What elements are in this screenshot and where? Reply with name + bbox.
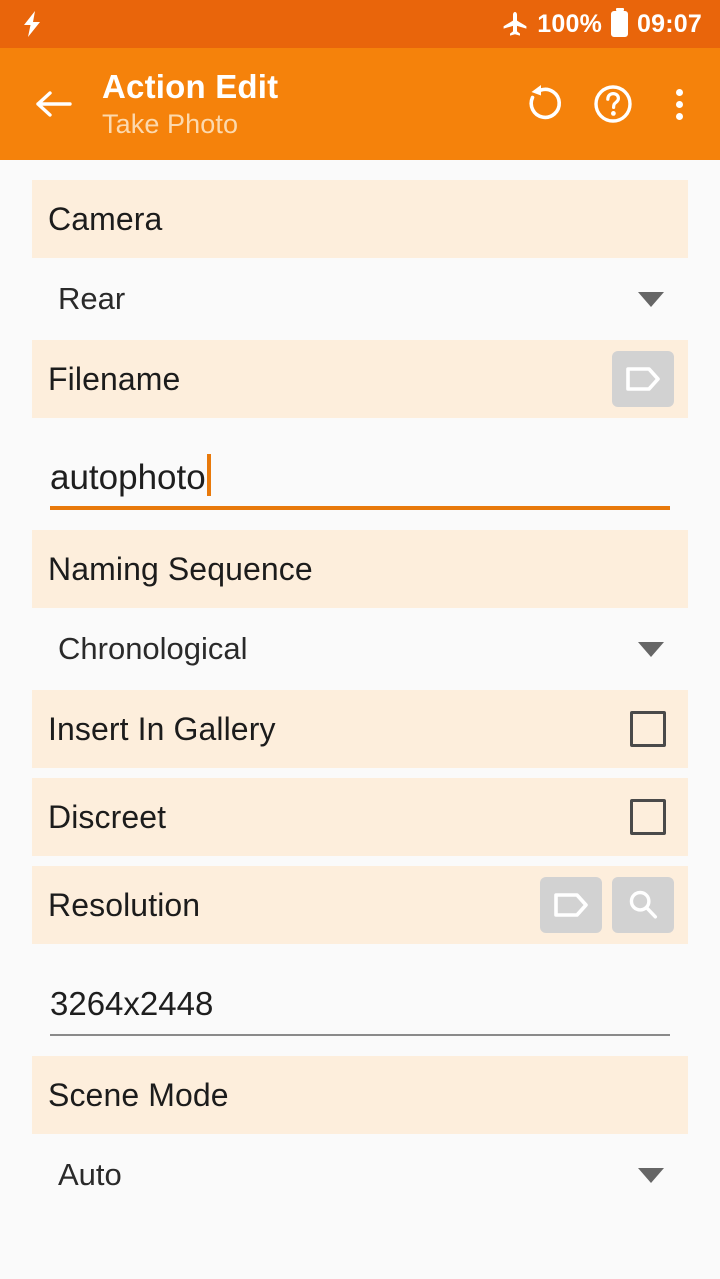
- filename-header-icons: [612, 351, 674, 407]
- camera-value: Rear: [58, 281, 126, 316]
- resolution-input-line: 3264x2448: [50, 964, 670, 1024]
- scene-mode-value: Auto: [58, 1157, 122, 1192]
- filename-input-line: autophoto: [50, 438, 670, 498]
- app-screen: 100% 09:07 Action Edit Take Photo Camera…: [0, 0, 720, 1279]
- filename-value: autophoto: [50, 458, 206, 497]
- resolution-input[interactable]: 3264x2448: [50, 944, 670, 1036]
- checkbox-gap: [0, 768, 720, 778]
- resolution-search-button[interactable]: [612, 877, 674, 933]
- resolution-value: 3264x2448: [50, 985, 214, 1022]
- section-header-resolution: Resolution: [32, 866, 688, 944]
- resolution-header-icons: [540, 877, 674, 933]
- help-button[interactable]: [590, 81, 636, 127]
- help-circle-icon: [594, 85, 632, 123]
- chevron-down-icon: [638, 641, 664, 657]
- back-arrow-icon: [36, 91, 72, 117]
- status-bar: 100% 09:07: [0, 0, 720, 48]
- filename-tag-button[interactable]: [612, 351, 674, 407]
- scene-mode-label: Scene Mode: [48, 1076, 229, 1113]
- app-bar: Action Edit Take Photo: [0, 48, 720, 160]
- undo-icon: [529, 85, 561, 120]
- overflow-menu-button[interactable]: [662, 83, 696, 125]
- top-spacer: [0, 160, 720, 180]
- settings-list: Camera Rear Filename autophoto Naming Se…: [0, 160, 720, 1216]
- naming-sequence-label: Naming Sequence: [48, 550, 313, 587]
- chevron-down-icon: [638, 291, 664, 307]
- section-header-insert-in-gallery[interactable]: Insert In Gallery: [32, 690, 688, 768]
- filename-bottom-spacer: [0, 510, 720, 530]
- resolution-bottom-spacer: [0, 1036, 720, 1056]
- discreet-label: Discreet: [48, 798, 167, 835]
- chevron-down-icon: [638, 1167, 664, 1183]
- discreet-bottom-gap: [0, 856, 720, 866]
- search-icon: [629, 890, 658, 919]
- overflow-menu-icon: [675, 88, 683, 96]
- app-bar-actions: [518, 81, 700, 127]
- camera-label: Camera: [48, 200, 163, 237]
- section-header-filename: Filename: [32, 340, 688, 418]
- status-bar-left: [22, 11, 42, 37]
- battery-full-icon: [611, 11, 629, 37]
- clock-label: 09:07: [637, 9, 702, 38]
- back-button[interactable]: [26, 77, 80, 131]
- section-header-discreet[interactable]: Discreet: [32, 778, 688, 856]
- resolution-label: Resolution: [48, 886, 201, 923]
- page-title: Action Edit: [102, 67, 279, 105]
- status-bar-right: 100% 09:07: [502, 10, 702, 39]
- airplane-mode-icon: [502, 11, 528, 37]
- section-header-naming-sequence: Naming Sequence: [32, 530, 688, 608]
- filename-label: Filename: [48, 360, 181, 397]
- naming-sequence-dropdown[interactable]: Chronological: [32, 608, 688, 690]
- insert-in-gallery-label: Insert In Gallery: [48, 710, 276, 747]
- undo-button[interactable]: [518, 81, 564, 127]
- tag-icon: [554, 893, 588, 917]
- filename-input[interactable]: autophoto: [50, 418, 670, 510]
- section-header-camera: Camera: [32, 180, 688, 258]
- battery-percent-label: 100%: [537, 9, 603, 38]
- text-cursor: [206, 454, 211, 496]
- lightning-bolt-icon: [22, 11, 42, 37]
- resolution-tag-button[interactable]: [540, 877, 602, 933]
- scene-mode-dropdown[interactable]: Auto: [32, 1134, 688, 1216]
- naming-sequence-value: Chronological: [58, 631, 248, 666]
- overflow-menu-icon: [675, 112, 683, 120]
- insert-in-gallery-checkbox[interactable]: [630, 711, 666, 747]
- overflow-menu-icon: [675, 100, 683, 108]
- app-bar-titles: Action Edit Take Photo: [102, 68, 518, 141]
- page-subtitle: Take Photo: [102, 108, 239, 139]
- discreet-checkbox[interactable]: [630, 799, 666, 835]
- section-header-scene-mode: Scene Mode: [32, 1056, 688, 1134]
- camera-dropdown[interactable]: Rear: [32, 258, 688, 340]
- tag-icon: [626, 367, 660, 391]
